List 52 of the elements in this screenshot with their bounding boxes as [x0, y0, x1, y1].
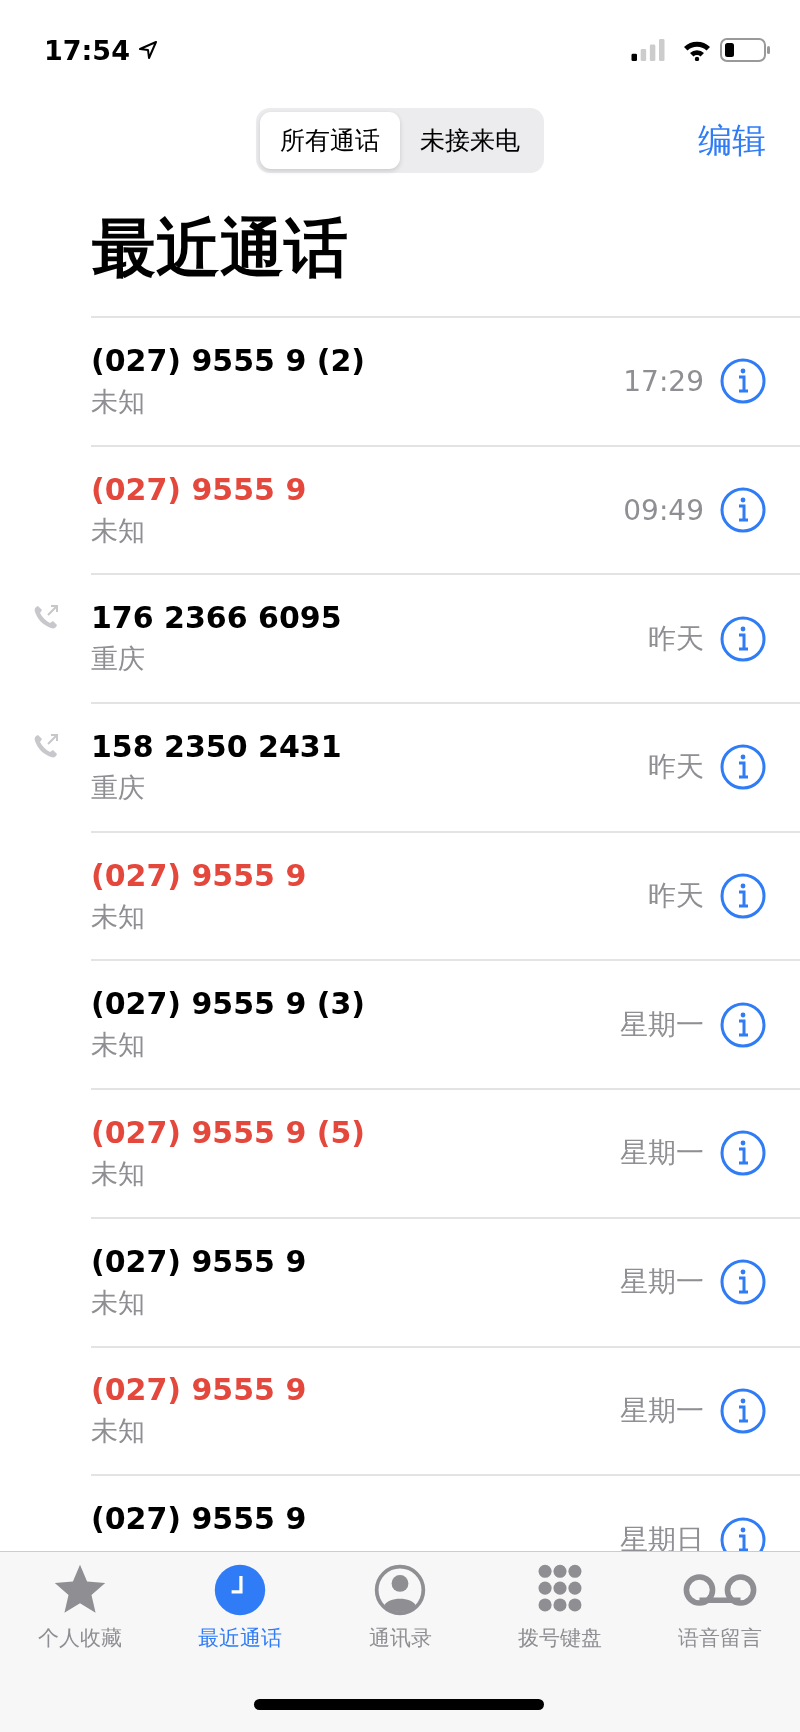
call-time: 昨天: [648, 620, 704, 657]
edit-button[interactable]: 编辑: [698, 118, 766, 164]
call-time: 星期一: [620, 1264, 704, 1301]
caller-number: (027) 9555 9: [91, 1372, 308, 1408]
caller-location: 未知: [91, 1414, 146, 1449]
info-icon[interactable]: [720, 873, 766, 920]
call-time: 星期一: [620, 1006, 704, 1043]
call-time: 星期一: [620, 1392, 704, 1429]
info-icon[interactable]: [720, 744, 766, 791]
caller-number: (027) 9555 9: [91, 471, 308, 507]
call-time: 17:29: [623, 364, 704, 398]
status-time: 17:54: [44, 34, 130, 66]
segment-tab[interactable]: 所有通话: [260, 111, 400, 169]
info-icon[interactable]: [720, 1259, 766, 1306]
caller-location: 重庆: [91, 642, 146, 677]
caller-number: (027) 9555 9 (2): [91, 342, 367, 378]
caller-location: 未知: [91, 1028, 146, 1063]
segment-tab[interactable]: 未接来电: [400, 111, 540, 169]
info-icon[interactable]: [720, 1516, 766, 1551]
caller-number: (027) 9555 9 (5): [91, 1114, 367, 1150]
caller-number: (027) 9555 9: [91, 857, 308, 893]
call-time: 09:49: [623, 493, 704, 527]
caller-location: 未知: [91, 1156, 146, 1191]
info-icon[interactable]: [720, 358, 766, 405]
caller-number: (027) 9555 9: [91, 1501, 308, 1537]
info-icon[interactable]: [720, 1001, 766, 1048]
caller-location: 未知: [91, 513, 146, 548]
caller-number: (027) 9555 9 (3): [91, 986, 367, 1022]
info-icon[interactable]: [720, 487, 766, 534]
page-title: 最近通话: [92, 210, 349, 287]
info-icon[interactable]: [720, 1387, 766, 1434]
caller-location: 未知: [91, 899, 146, 934]
tab-item[interactable]: 通讯录: [320, 1562, 480, 1652]
info-icon[interactable]: [720, 1130, 766, 1177]
info-icon[interactable]: [720, 615, 766, 662]
signal-icon: [630, 39, 666, 61]
call-time: 昨天: [648, 749, 704, 786]
tab-item[interactable]: 语音留言: [640, 1562, 800, 1652]
tab-item[interactable]: 拨号键盘: [480, 1562, 640, 1652]
call-time: 星期一: [620, 1135, 704, 1172]
caller-number: 158 2350 2431: [91, 728, 343, 764]
tab-item[interactable]: 最近通话: [160, 1562, 320, 1652]
location-arrow-icon: [137, 40, 158, 60]
caller-location: 未知: [91, 384, 146, 419]
tab-item[interactable]: 个人收藏: [0, 1562, 160, 1652]
caller-number: 176 2366 6095: [91, 600, 343, 636]
caller-location: 未知: [91, 1285, 146, 1320]
battery-icon: [720, 38, 770, 62]
call-time: 昨天: [648, 878, 704, 915]
caller-location: 重庆: [91, 770, 146, 805]
caller-number: (027) 9555 9: [91, 1243, 308, 1279]
wifi-icon: [682, 39, 712, 61]
